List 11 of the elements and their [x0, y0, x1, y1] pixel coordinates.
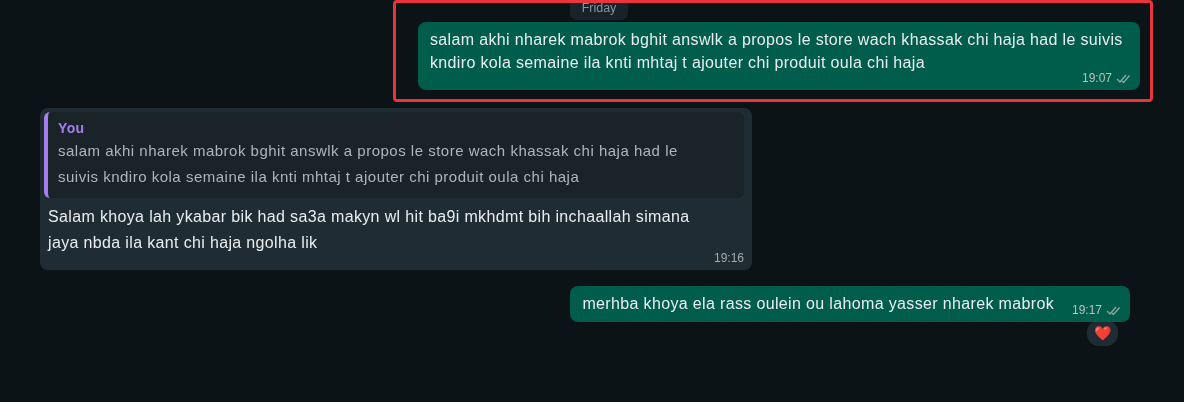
message-time: 19:07: [1081, 71, 1112, 86]
message-time: 19:16: [713, 251, 744, 266]
double-check-icon: [1116, 73, 1132, 84]
quoted-message[interactable]: You salam akhi nharek mabrok bghit answlk a propos le store wach khassak chi haja had le suivis kndiro kola semaine ila knti mhtaj t ajouter chi produit oula chi haja: [44, 112, 744, 198]
message-time: 19:17: [1071, 303, 1102, 318]
quote-author: You: [58, 119, 86, 138]
quote-text: salam akhi nharek mabrok bghit answlk a propos le store wach khassak chi haja had le suivis kndiro kola semaine ila knti mhtaj t ajouter chi produit oula chi haja: [58, 141, 679, 187]
message-text: merhba khoya ela rass oulein ou lahoma yasser nharek mabrok: [582, 294, 1054, 314]
double-check-icon: [1106, 305, 1122, 316]
message-text: salam akhi nharek mabrok bghit answlk a propos le store wach khassak chi haja had le suivis kndiro kola semaine ila knti mhtaj t ajouter chi produit oula chi haja: [430, 30, 1124, 73]
message-text: Salam khoya lah ykabar bik had sa3a makyn wl hit ba9i mkhdmt bih inchaallah simana jaya nbda ila kant chi haja ngolha lik: [46, 207, 691, 253]
